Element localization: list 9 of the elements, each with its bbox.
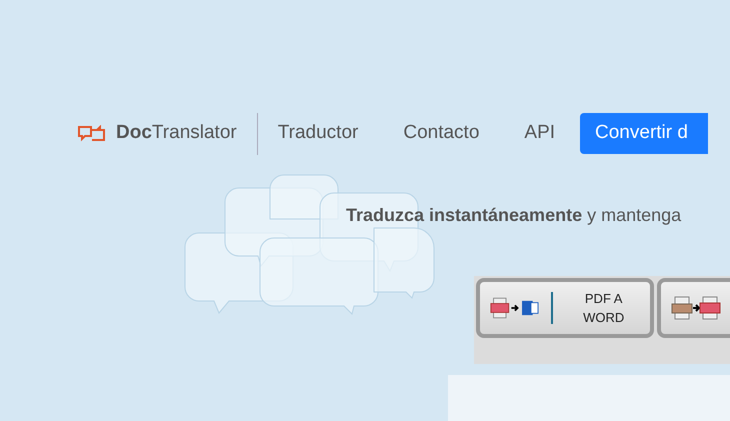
logo-icon [77, 125, 106, 142]
nav-link[interactable]: Contacto [403, 119, 480, 148]
jpg-to-pdf-icon [671, 296, 721, 320]
nav-link[interactable]: Traductor [278, 119, 358, 148]
tagline: Traduzca instantáneamente y mantenga [346, 204, 682, 227]
convert-button[interactable]: Convertir d [580, 113, 708, 154]
converter-button[interactable]: PDF A WORD [476, 278, 654, 338]
logo-text[interactable]: DocTranslator [116, 119, 237, 148]
nav-link[interactable]: API [524, 119, 556, 148]
